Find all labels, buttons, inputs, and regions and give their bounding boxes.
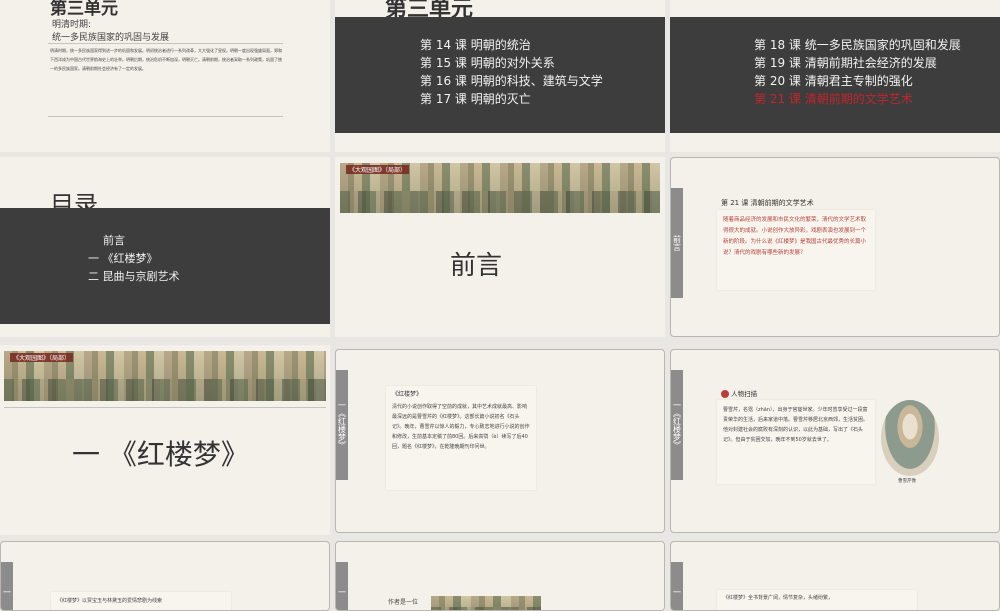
slide-caoxueqin-profile[interactable]: 一《红楼梦》 人物扫描 曹雪芹，名霑（zhān），出身于官宦世家。少年时曾享受过…	[670, 349, 1000, 533]
lesson-20[interactable]: 第 20 课 清朝君主专制的强化	[754, 72, 961, 90]
preface-text: 随着商品经济的发展和市民文化的繁荣，清代的文学艺术取得很大的成就。小说创作大放异…	[723, 217, 867, 256]
preface-title: 前言	[450, 251, 503, 281]
slide-partial-1[interactable]: 一 《红楼梦》以贾宝玉与林黛玉的爱情悲剧为线索	[0, 541, 330, 611]
slide-partial-3[interactable]: 一 《红楼梦》全书背景广阔，情节复杂，头绪纷繁，	[670, 541, 1000, 611]
hongloumeng-card: 《红楼梦》 清代的小说创作取得了空前的成就，其中艺术成就最高、影响最深远的是曹雪…	[386, 386, 536, 490]
profile-text: 曹雪芹，名霑（zhān），出身于官宦世家。少年时曾享受过一段富贵荣华的生活，后来…	[723, 407, 869, 443]
section-title: 一 《红楼梦》	[72, 438, 249, 471]
side-tab-hongloumeng[interactable]: 一《红楼梦》	[671, 370, 683, 480]
slide-partial-2[interactable]: 一 作者是一位	[335, 541, 665, 611]
toc-band: 前言 一 《红楼梦》 二 昆曲与京剧艺术	[0, 208, 330, 324]
side-tab-preface[interactable]: 前言	[671, 188, 683, 298]
side-tab-hongloumeng[interactable]: 一《红楼梦》	[336, 370, 348, 480]
garden-painting-image: 《大观园图》（局部）	[340, 163, 660, 213]
person-scan-heading: 人物扫描	[721, 388, 757, 398]
card-text: 清代的小说创作取得了空前的成就，其中艺术成就最高、影响最深远的是曹雪芹的《红楼梦…	[392, 404, 530, 450]
slide-hongloumeng-cover[interactable]: 《大观园图》（局部） 一 《红楼梦》	[0, 345, 330, 535]
lesson-19[interactable]: 第 19 课 清朝前期社会经济的发展	[754, 54, 961, 72]
side-tab[interactable]: 一	[671, 562, 683, 610]
period-label: 明清时期:	[52, 20, 92, 30]
lesson-17[interactable]: 第 17 课 明朝的灭亡	[420, 90, 603, 108]
toc-item-kunqu[interactable]: 二 昆曲与京剧艺术	[88, 268, 180, 284]
partial-card: 《红楼梦》全书背景广阔，情节复杂，头绪纷繁，	[717, 590, 917, 610]
person-icon	[721, 390, 729, 398]
unit-intro-text: 明清时期，统一多民族国家得到进一步的巩固和发展。明初统治者进行一系列改革，大大强…	[50, 48, 282, 71]
unit-subtitle: 统一多民族国家的巩固与发展	[52, 33, 170, 43]
lesson-15[interactable]: 第 15 课 明朝的对外关系	[420, 54, 603, 72]
slide-toc[interactable]: 目录 前言 一 《红楼梦》 二 昆曲与京剧艺术	[0, 157, 330, 337]
partial-text: 《红楼梦》以贾宝玉与林黛玉的爱情悲剧为线索	[57, 598, 163, 604]
painting-tag: 《大观园图》（局部）	[10, 353, 74, 362]
portrait-caption: 曹雪芹像	[898, 479, 916, 484]
partial-card: 《红楼梦》以贾宝玉与林黛玉的爱情悲剧为线索	[51, 592, 231, 610]
card-heading: 《红楼梦》	[392, 391, 423, 398]
slide-unit-lessons-a[interactable]: 第三单元 第 14 课 明朝的统治 第 15 课 明朝的对外关系 第 16 课 …	[335, 0, 665, 152]
portrait-image	[881, 400, 939, 476]
lesson-21-title: 第 21 课 清朝前期的文学艺术	[721, 199, 814, 207]
slide-preface-cover[interactable]: 《大观园图》（局部） 前言	[335, 157, 665, 337]
partial-text: 作者是一位	[388, 599, 419, 606]
lesson-band: 第 18 课 统一多民族国家的巩固和发展 第 19 课 清朝前期社会经济的发展 …	[670, 17, 1000, 133]
person-scan-label: 人物扫描	[731, 390, 758, 398]
divider	[4, 407, 326, 408]
lesson-21-highlight[interactable]: 第 21 课 清朝前期的文学艺术	[754, 90, 961, 108]
partial-image	[431, 596, 541, 610]
side-tab[interactable]: 一	[1, 562, 13, 610]
divider	[48, 43, 283, 44]
lesson-14[interactable]: 第 14 课 明朝的统治	[420, 36, 603, 54]
lesson-16[interactable]: 第 16 课 明朝的科技、建筑与文学	[420, 72, 603, 90]
side-tab[interactable]: 一	[336, 562, 348, 610]
toc-item-hongloumeng[interactable]: 一 《红楼梦》	[88, 250, 158, 266]
lesson-18[interactable]: 第 18 课 统一多民族国家的巩固和发展	[754, 36, 961, 54]
slide-unit-intro[interactable]: 第三单元 明清时期: 统一多民族国家的巩固与发展 明清时期，统一多民族国家得到进…	[0, 0, 330, 152]
toc-item-preface[interactable]: 前言	[103, 232, 125, 248]
divider-bottom	[48, 116, 283, 117]
preface-card: 随着商品经济的发展和市民文化的繁荣，清代的文学艺术取得很大的成就。小说创作大放异…	[717, 210, 875, 290]
slide-unit-lessons-b[interactable]: 第 18 课 统一多民族国家的巩固和发展 第 19 课 清朝前期社会经济的发展 …	[670, 0, 1000, 152]
painting-tag: 《大观园图》（局部）	[346, 165, 410, 174]
profile-card: 曹雪芹，名霑（zhān），出身于官宦世家。少年时曾享受过一段富贵荣华的生活，后来…	[717, 400, 875, 484]
lesson-band: 第 14 课 明朝的统治 第 15 课 明朝的对外关系 第 16 课 明朝的科技…	[335, 17, 665, 133]
garden-painting-image: 《大观园图》（局部）	[4, 351, 326, 401]
slide-preface-content[interactable]: 前言 第 21 课 清朝前期的文学艺术 随着商品经济的发展和市民文化的繁荣，清代…	[670, 157, 1000, 337]
slide-hongloumeng-intro[interactable]: 一《红楼梦》 《红楼梦》 清代的小说创作取得了空前的成就，其中艺术成就最高、影响…	[335, 349, 665, 533]
